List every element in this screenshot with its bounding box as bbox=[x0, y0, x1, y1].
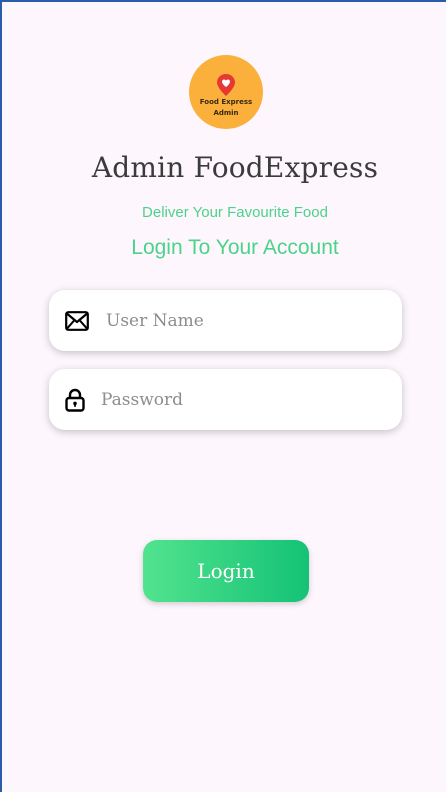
password-field[interactable] bbox=[49, 369, 402, 430]
logo-text-brand: Food Express bbox=[199, 98, 253, 106]
window-edge-left bbox=[0, 0, 2, 792]
login-heading: Login To Your Account bbox=[131, 236, 339, 259]
username-input[interactable] bbox=[106, 290, 386, 351]
tagline: Deliver Your Favourite Food bbox=[142, 204, 328, 221]
password-input[interactable] bbox=[101, 369, 386, 430]
location-pin-icon bbox=[217, 74, 235, 96]
app-title: Admin FoodExpress bbox=[91, 151, 379, 184]
username-field[interactable] bbox=[49, 290, 402, 351]
logo-text-admin: Admin bbox=[213, 109, 239, 117]
window-edge-top bbox=[0, 0, 446, 2]
app-logo: Food Express Admin bbox=[189, 55, 263, 129]
login-button[interactable]: Login bbox=[143, 540, 309, 602]
envelope-icon bbox=[65, 310, 89, 331]
lock-icon bbox=[65, 388, 85, 412]
